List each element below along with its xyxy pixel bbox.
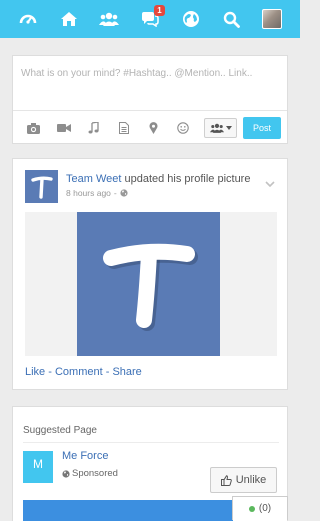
- page-logo-letter: M: [33, 457, 43, 471]
- globe-icon[interactable]: [177, 5, 205, 33]
- top-nav: 1: [0, 0, 300, 38]
- unlike-label: Unlike: [235, 474, 267, 486]
- story-card: Team Weet updated his profile picture 8 …: [12, 158, 288, 390]
- sponsored-label: Sponsored: [62, 468, 118, 479]
- search-icon[interactable]: [217, 5, 245, 33]
- video-icon[interactable]: [49, 117, 79, 139]
- like-link[interactable]: Like: [25, 366, 45, 378]
- post-composer: Post: [12, 55, 288, 144]
- meta-separator: -: [113, 188, 117, 198]
- music-icon[interactable]: [79, 117, 109, 139]
- page-name[interactable]: Me Force: [62, 450, 108, 462]
- actions-separator: -: [102, 366, 113, 378]
- messages-icon[interactable]: 1: [136, 5, 165, 33]
- caret-down-icon: [225, 126, 232, 130]
- composer-toolbar: Post: [13, 111, 287, 145]
- actions-separator: -: [45, 366, 55, 378]
- location-icon[interactable]: [139, 117, 169, 139]
- users-icon[interactable]: [95, 5, 123, 33]
- message-badge: 1: [153, 5, 165, 16]
- sponsored-text: Sponsored: [72, 468, 118, 479]
- privacy-dropdown[interactable]: [204, 118, 238, 138]
- story-meta: 8 hours ago -: [66, 188, 128, 198]
- chevron-down-icon[interactable]: [265, 174, 275, 192]
- globe-icon: [120, 189, 128, 197]
- profile-picture[interactable]: [77, 212, 220, 356]
- post-button[interactable]: Post: [243, 117, 281, 139]
- story-actions: Like - Comment - Share: [25, 366, 142, 378]
- page-cover[interactable]: [23, 500, 233, 521]
- status-input[interactable]: [21, 68, 283, 79]
- comment-link[interactable]: Comment: [55, 366, 103, 378]
- dashboard-icon[interactable]: [14, 5, 42, 33]
- globe-icon: [62, 469, 70, 478]
- story-headline: Team Weet updated his profile picture: [66, 173, 250, 185]
- story-author[interactable]: Team Weet: [66, 173, 121, 185]
- avatar: [261, 9, 282, 29]
- logo-strip: [23, 470, 53, 477]
- chat-widget[interactable]: (0): [232, 496, 288, 520]
- camera-icon[interactable]: [19, 117, 49, 139]
- story-avatar[interactable]: [25, 170, 58, 203]
- story-time[interactable]: 8 hours ago: [66, 188, 111, 198]
- smile-icon[interactable]: [168, 117, 198, 139]
- page-logo[interactable]: M: [23, 451, 53, 483]
- online-status-icon: [248, 505, 255, 512]
- suggested-divider: [23, 442, 279, 443]
- user-avatar[interactable]: [258, 5, 286, 33]
- thumbs-up-icon: [220, 474, 232, 486]
- users-icon: [209, 123, 224, 133]
- story-media[interactable]: [25, 212, 277, 356]
- share-link[interactable]: Share: [112, 366, 141, 378]
- suggested-title: Suggested Page: [23, 425, 97, 436]
- chat-count: (0): [258, 503, 272, 514]
- home-icon[interactable]: [55, 5, 83, 33]
- file-icon[interactable]: [109, 117, 139, 139]
- story-action-text: updated his profile picture: [121, 173, 251, 185]
- unlike-button[interactable]: Unlike: [210, 467, 277, 493]
